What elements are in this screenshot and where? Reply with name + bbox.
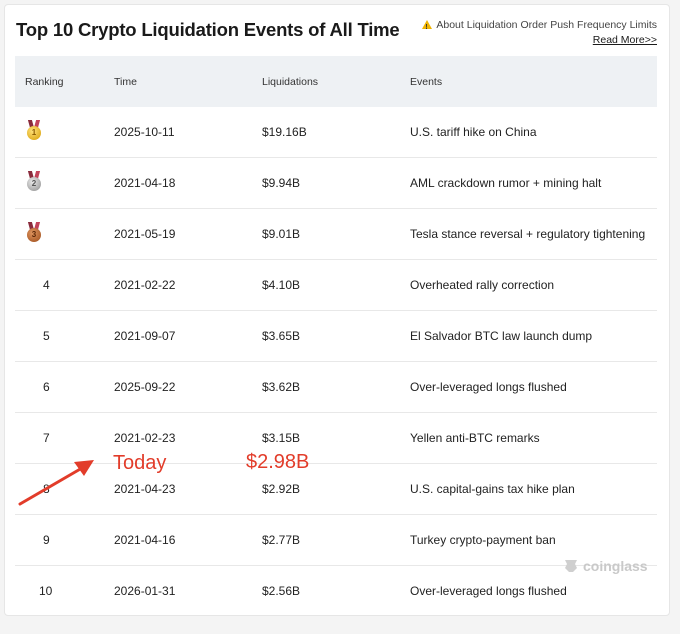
annotation-today-label: Today	[113, 452, 167, 474]
annotation-today-value: $2.98B	[246, 451, 310, 473]
annotation-arrow-icon	[18, 460, 94, 506]
coinglass-logo-icon	[565, 560, 577, 572]
watermark-text: coinglass	[583, 558, 648, 574]
watermark: coinglass	[562, 557, 648, 575]
